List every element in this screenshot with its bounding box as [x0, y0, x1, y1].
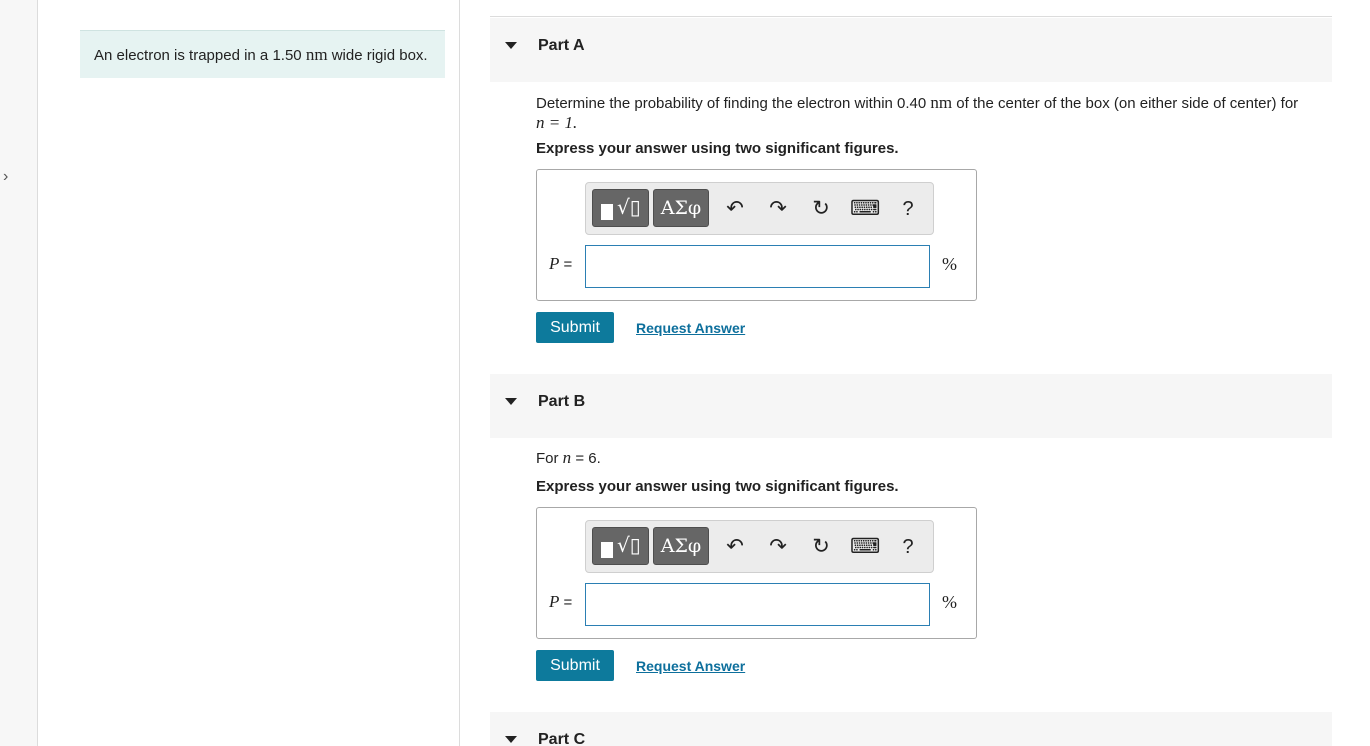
answer-label: P =: [549, 254, 572, 274]
undo-icon[interactable]: ↶: [720, 530, 750, 564]
part-a-header[interactable]: Part A: [490, 18, 1332, 82]
redo-icon[interactable]: ↷: [763, 192, 793, 226]
part-a-prompt-unit: nm: [930, 93, 953, 112]
part-b-title: Part B: [538, 393, 586, 410]
part-b-request-answer-link[interactable]: Request Answer: [636, 658, 745, 674]
intro-unit: nm: [305, 45, 328, 64]
keyboard-icon[interactable]: ⌨: [850, 192, 880, 226]
part-b-header[interactable]: Part B: [490, 374, 1332, 438]
part-a-prompt-math: n = 1.: [536, 113, 578, 132]
equals-sign: =: [559, 256, 573, 273]
templates-icon: √▯: [593, 528, 648, 564]
templates-icon: √▯: [593, 190, 648, 226]
caret-down-icon: [505, 736, 517, 743]
help-icon[interactable]: ?: [893, 192, 923, 226]
part-b-prompt: For n = 6.: [536, 448, 601, 468]
intro-text-after: wide rigid box.: [327, 47, 428, 64]
greek-symbols-button[interactable]: ΑΣφ: [653, 189, 709, 227]
templates-button[interactable]: √▯: [592, 527, 649, 565]
unit-label: %: [942, 254, 957, 274]
undo-icon[interactable]: ↶: [720, 192, 750, 226]
part-b-instruction: Express your answer using two significan…: [536, 478, 899, 495]
part-b-prompt-text: For: [536, 450, 563, 467]
part-a-answer-input[interactable]: [585, 245, 930, 288]
unit-label: %: [942, 592, 957, 612]
divider: [490, 16, 1332, 17]
part-b-prompt-text-2: = 6.: [571, 450, 601, 467]
part-a-prompt-text: Determine the probability of finding the…: [536, 95, 931, 112]
part-a-title: Part A: [538, 37, 585, 54]
part-c-title: Part C: [538, 731, 586, 746]
caret-down-icon: [505, 42, 517, 49]
math-toolbar: √▯ ΑΣφ ↶ ↷ ↻ ⌨ ?: [585, 182, 934, 235]
left-rail: ›: [0, 0, 38, 746]
part-b-submit-button[interactable]: Submit: [536, 650, 614, 681]
intro-statement: An electron is trapped in a 1.50 nm wide…: [80, 30, 445, 78]
var-p: P: [549, 592, 560, 611]
part-b-answer-box: √▯ ΑΣφ ↶ ↷ ↻ ⌨ ? P = %: [536, 507, 977, 639]
part-a-answer-box: √▯ ΑΣφ ↶ ↷ ↻ ⌨ ? P = %: [536, 169, 977, 301]
intro-text-before: An electron is trapped in a 1.50: [94, 47, 306, 64]
templates-button[interactable]: √▯: [592, 189, 649, 227]
var-p: P: [549, 254, 560, 273]
redo-icon[interactable]: ↷: [763, 530, 793, 564]
part-a-submit-button[interactable]: Submit: [536, 312, 614, 343]
part-a-instruction: Express your answer using two significan…: [536, 140, 899, 157]
intro-pane: An electron is trapped in a 1.50 nm wide…: [38, 0, 460, 746]
keyboard-icon[interactable]: ⌨: [850, 530, 880, 564]
part-a-prompt: Determine the probability of finding the…: [536, 93, 1298, 133]
part-c-header[interactable]: Part C: [490, 712, 1332, 746]
answer-label: P =: [549, 592, 572, 612]
help-icon[interactable]: ?: [893, 530, 923, 564]
part-a-prompt-text-2: of the center of the box (on either side…: [952, 95, 1299, 112]
caret-down-icon: [505, 398, 517, 405]
part-a-request-answer-link[interactable]: Request Answer: [636, 320, 745, 336]
greek-symbols-button[interactable]: ΑΣφ: [653, 527, 709, 565]
equals-sign: =: [559, 594, 573, 611]
part-b-answer-input[interactable]: [585, 583, 930, 626]
reset-icon[interactable]: ↻: [806, 530, 836, 564]
reset-icon[interactable]: ↻: [806, 192, 836, 226]
part-b-prompt-var: n: [562, 448, 572, 467]
chevron-right-icon[interactable]: ›: [3, 168, 17, 188]
math-toolbar: √▯ ΑΣφ ↶ ↷ ↻ ⌨ ?: [585, 520, 934, 573]
parts-pane: Part A Determine the probability of find…: [461, 0, 1370, 746]
